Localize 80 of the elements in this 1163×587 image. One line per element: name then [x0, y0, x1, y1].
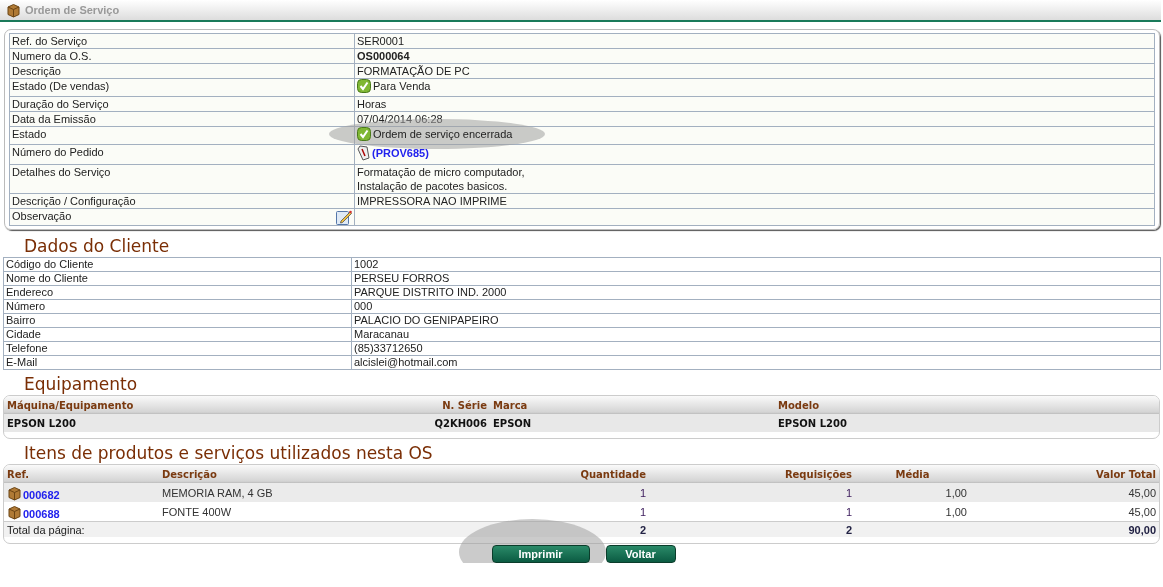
table-cell-text: 1 [638, 486, 647, 499]
edit-icon[interactable] [336, 209, 352, 225]
value-text: PERSEU FORROS [354, 272, 450, 284]
field-label: Detalhes do Serviço [12, 165, 111, 179]
value-text: IMPRESSORA NAO IMPRIME [357, 195, 507, 207]
table-cell-text: 1 [844, 486, 853, 499]
box-icon [6, 2, 21, 18]
action-button[interactable]: Imprimir [491, 545, 590, 563]
field-label: Descrição [12, 64, 61, 78]
field-label: Cidade [6, 328, 41, 340]
field-label: Estado [12, 127, 47, 141]
table-cell-text: 2 [638, 523, 647, 536]
value-text: alcislei@hotmail.com [354, 356, 458, 368]
field-label: Numero da O.S. [12, 49, 92, 63]
section-heading: Itens de produtos e serviços utilizados nesta OS [24, 442, 434, 464]
field-label: Telefone [6, 342, 48, 354]
column-header: Ref. [6, 468, 31, 480]
field-label: Estado (De vendas) [12, 79, 110, 93]
field-label: Descrição / Configuração [12, 194, 136, 208]
column-header: Máquina/Equipamento [6, 399, 135, 411]
value-text: OS000064 [357, 50, 410, 62]
column-header: Requisições [783, 468, 853, 480]
table-cell-text: 1 [638, 505, 647, 518]
status-text: Para Venda [373, 79, 431, 93]
value-text: Formatação de micro computador, Instalação de pacotes basicos. [357, 166, 525, 192]
status-text: Ordem de serviço encerrada [373, 127, 513, 141]
field-label: Código do Cliente [6, 258, 94, 270]
table-cell-text: 45,00 [1127, 486, 1157, 499]
table-cell-text: 2 [844, 523, 853, 536]
field-label: Nome do Cliente [6, 272, 88, 284]
table-cell-text: EPSON L200 [777, 417, 848, 429]
field-label: Número do Pedido [12, 145, 104, 159]
column-header: Valor Total [1095, 468, 1157, 480]
field-label: Bairro [6, 314, 36, 326]
order-link[interactable]: (PROV685) [372, 146, 429, 160]
value-text: 000 [354, 300, 373, 312]
table-cell-text: 1 [844, 505, 853, 518]
table-cell-text: Q2KH006 [433, 417, 488, 429]
value-text: 07/04/2014 06:28 [357, 113, 443, 125]
column-header: Marca [492, 399, 529, 411]
total-label: Total da página: [6, 523, 86, 536]
value-text: PARQUE DISTRITO IND. 2000 [354, 286, 507, 298]
field-label: Ref. do Serviço [12, 34, 88, 48]
table-cell-text: 1,00 [944, 505, 968, 518]
box-icon [7, 485, 22, 501]
value-text: (85)33712650 [354, 342, 423, 354]
ref-link[interactable]: 000688 [23, 507, 60, 520]
table-cell-text: EPSON [492, 417, 533, 429]
column-header: Modelo [777, 399, 821, 411]
action-button[interactable]: Voltar [605, 545, 676, 563]
column-header: Descrição [161, 468, 218, 480]
value-text: Maracanau [354, 328, 410, 340]
column-header: Quantidade [579, 468, 647, 480]
table-cell-text: 45,00 [1127, 505, 1157, 518]
check-icon [357, 127, 371, 141]
table-cell-text: EPSON L200 [6, 417, 77, 429]
value-text: FORMATAÇÃO DE PC [357, 65, 470, 77]
value-text: PALACIO DO GENIPAPEIRO [354, 314, 499, 326]
column-header: Média [894, 468, 931, 480]
column-header: N. Série [441, 399, 488, 411]
field-label: E-Mail [6, 356, 38, 368]
box-icon [7, 504, 22, 520]
value-text: SER0001 [357, 35, 405, 47]
field-label: Data da Emissão [12, 112, 96, 126]
section-heading: Dados do Cliente [24, 235, 171, 257]
tag-icon [357, 145, 370, 161]
section-heading: Equipamento [24, 373, 139, 395]
table-cell-text: 90,00 [1127, 523, 1157, 536]
table-cell-text: MEMORIA RAM, 4 GB [161, 486, 274, 499]
field-label: Número [6, 300, 46, 312]
value-text: 1002 [354, 258, 379, 270]
value-text: Horas [357, 98, 387, 110]
table-cell-text: FONTE 400W [161, 505, 233, 518]
field-label: Endereco [6, 286, 54, 298]
ref-link[interactable]: 000682 [23, 488, 60, 501]
field-label: Observação [12, 209, 72, 223]
check-icon [357, 79, 371, 93]
page-title: Ordem de Serviço [25, 4, 120, 16]
field-label: Duração do Serviço [12, 97, 109, 111]
table-cell-text: 1,00 [944, 486, 968, 499]
